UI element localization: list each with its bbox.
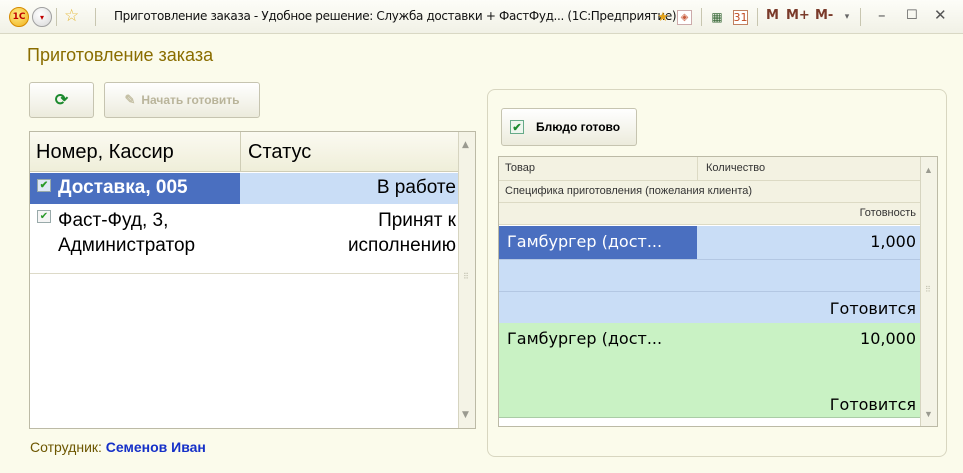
memory-button[interactable]: M — [766, 8, 779, 23]
separator — [95, 8, 96, 26]
order-name: Доставка, 005 — [58, 177, 188, 198]
column-header-quantity[interactable]: Количество — [706, 162, 765, 174]
dishes-table[interactable]: Товар Количество Специфика приготовления… — [498, 156, 938, 427]
memory-add-button[interactable]: M+ — [786, 8, 810, 23]
employee-info: Сотрудник: Семенов Иван — [30, 439, 206, 455]
orders-table[interactable]: Номер, Кассир Статус ✔ Доставка, 005 В р… — [29, 131, 476, 429]
favorites-star-icon[interactable]: ☆ — [64, 6, 79, 26]
column-divider — [240, 132, 241, 172]
document-icon: ✔ — [37, 179, 51, 192]
scroll-up-icon[interactable]: ▲ — [462, 140, 469, 150]
order-status: Принят к — [378, 210, 456, 231]
order-cell[interactable]: ✔ Фаст-Фуд, 3, Администратор — [30, 204, 240, 273]
scroll-down-icon[interactable]: ▼ — [462, 410, 469, 420]
separator — [860, 8, 861, 26]
close-icon[interactable]: ✕ — [934, 6, 947, 24]
dish-status[interactable]: Готовится — [830, 395, 916, 414]
scroll-grip-icon[interactable]: ⠿ — [925, 285, 931, 294]
refresh-icon: ⟳ — [54, 92, 69, 109]
checkmark-icon: ✔ — [510, 120, 524, 134]
separator — [56, 8, 57, 26]
status-cell[interactable]: В работе — [240, 173, 460, 204]
order-status-cont: исполнению — [347, 235, 456, 256]
employee-name-link[interactable]: Семенов Иван — [106, 439, 206, 455]
separator — [701, 8, 702, 26]
favorites-add-icon[interactable]: ★ — [654, 8, 672, 26]
dishes-scrollbar[interactable]: ▲ ⠿ ▼ — [920, 157, 937, 426]
main-menu-icon[interactable]: ▾ — [32, 7, 52, 27]
column-header-product[interactable]: Товар — [505, 162, 535, 174]
dish-name[interactable]: Гамбургер (дост... — [499, 226, 697, 259]
history-icon[interactable]: ◈ — [677, 10, 692, 25]
table-row[interactable]: ✔ Фаст-Фуд, 3, Администратор Принят к ис… — [30, 204, 460, 274]
status-cell[interactable]: Принят к исполнению — [240, 204, 460, 273]
separator — [757, 8, 758, 26]
scroll-up-icon[interactable]: ▲ — [924, 165, 933, 175]
dish-quantity[interactable]: 10,000 — [860, 329, 916, 348]
dish-status[interactable]: Готовится — [830, 299, 916, 318]
scroll-grip-icon[interactable]: ⠿ — [463, 272, 469, 281]
order-cashier: Администратор — [58, 235, 196, 256]
dish-quantity[interactable]: 1,000 — [697, 226, 922, 259]
app-logo-icon[interactable]: 1С — [9, 7, 29, 27]
table-row[interactable]: Гамбургер (дост... 1,000 Готовится — [499, 226, 922, 323]
orders-table-header: Номер, Кассир Статус — [30, 132, 460, 172]
table-row[interactable]: Гамбургер (дост... 10,000 Готовится — [499, 323, 922, 418]
memory-subtract-button[interactable]: M- — [815, 8, 833, 23]
employee-label: Сотрудник: — [30, 439, 102, 455]
dishes-table-header: Товар Количество — [499, 157, 922, 181]
order-name: Фаст-Фуд, 3, — [58, 210, 169, 231]
calendar-icon[interactable]: 31 — [733, 10, 748, 25]
column-header-number-cashier[interactable]: Номер, Кассир — [36, 141, 174, 164]
window-title: Приготовление заказа - Удобное решение: … — [114, 9, 677, 23]
start-cooking-label: Начать готовить — [141, 93, 240, 107]
order-cell[interactable]: ✔ Доставка, 005 — [30, 173, 240, 204]
orders-scrollbar[interactable]: ▲ ⠿ ▼ — [458, 132, 475, 428]
minimize-icon[interactable]: – — [878, 6, 886, 24]
dish-name[interactable]: Гамбургер (дост... — [507, 329, 662, 348]
maximize-icon[interactable]: ☐ — [906, 8, 918, 23]
table-row[interactable]: ✔ Доставка, 005 В работе — [30, 173, 460, 204]
refresh-button[interactable]: ⟳ — [29, 82, 94, 118]
scroll-down-icon[interactable]: ▼ — [924, 409, 933, 419]
document-icon: ✔ — [37, 210, 51, 223]
row-divider — [499, 259, 922, 260]
dish-done-button[interactable]: ✔ Блюдо готово — [501, 108, 637, 146]
calculator-icon[interactable]: ▦ — [708, 8, 726, 26]
dish-done-label: Блюдо готово — [536, 120, 621, 134]
form-title: Приготовление заказа — [27, 45, 214, 65]
dropdown-icon[interactable]: ▾ — [838, 8, 856, 26]
start-cooking-button[interactable]: ✎ Начать готовить — [104, 82, 260, 118]
window-titlebar: 1С ▾ ☆ Приготовление заказа - Удобное ре… — [0, 0, 963, 34]
pencil-icon: ✎ — [124, 92, 136, 107]
column-header-status[interactable]: Статус — [248, 141, 311, 164]
column-header-spec[interactable]: Специфика приготовления (пожелания клиен… — [499, 181, 922, 203]
order-status: В работе — [376, 177, 456, 198]
row-divider — [499, 291, 922, 292]
column-divider — [697, 157, 698, 181]
column-header-readiness[interactable]: Готовность — [499, 203, 922, 225]
